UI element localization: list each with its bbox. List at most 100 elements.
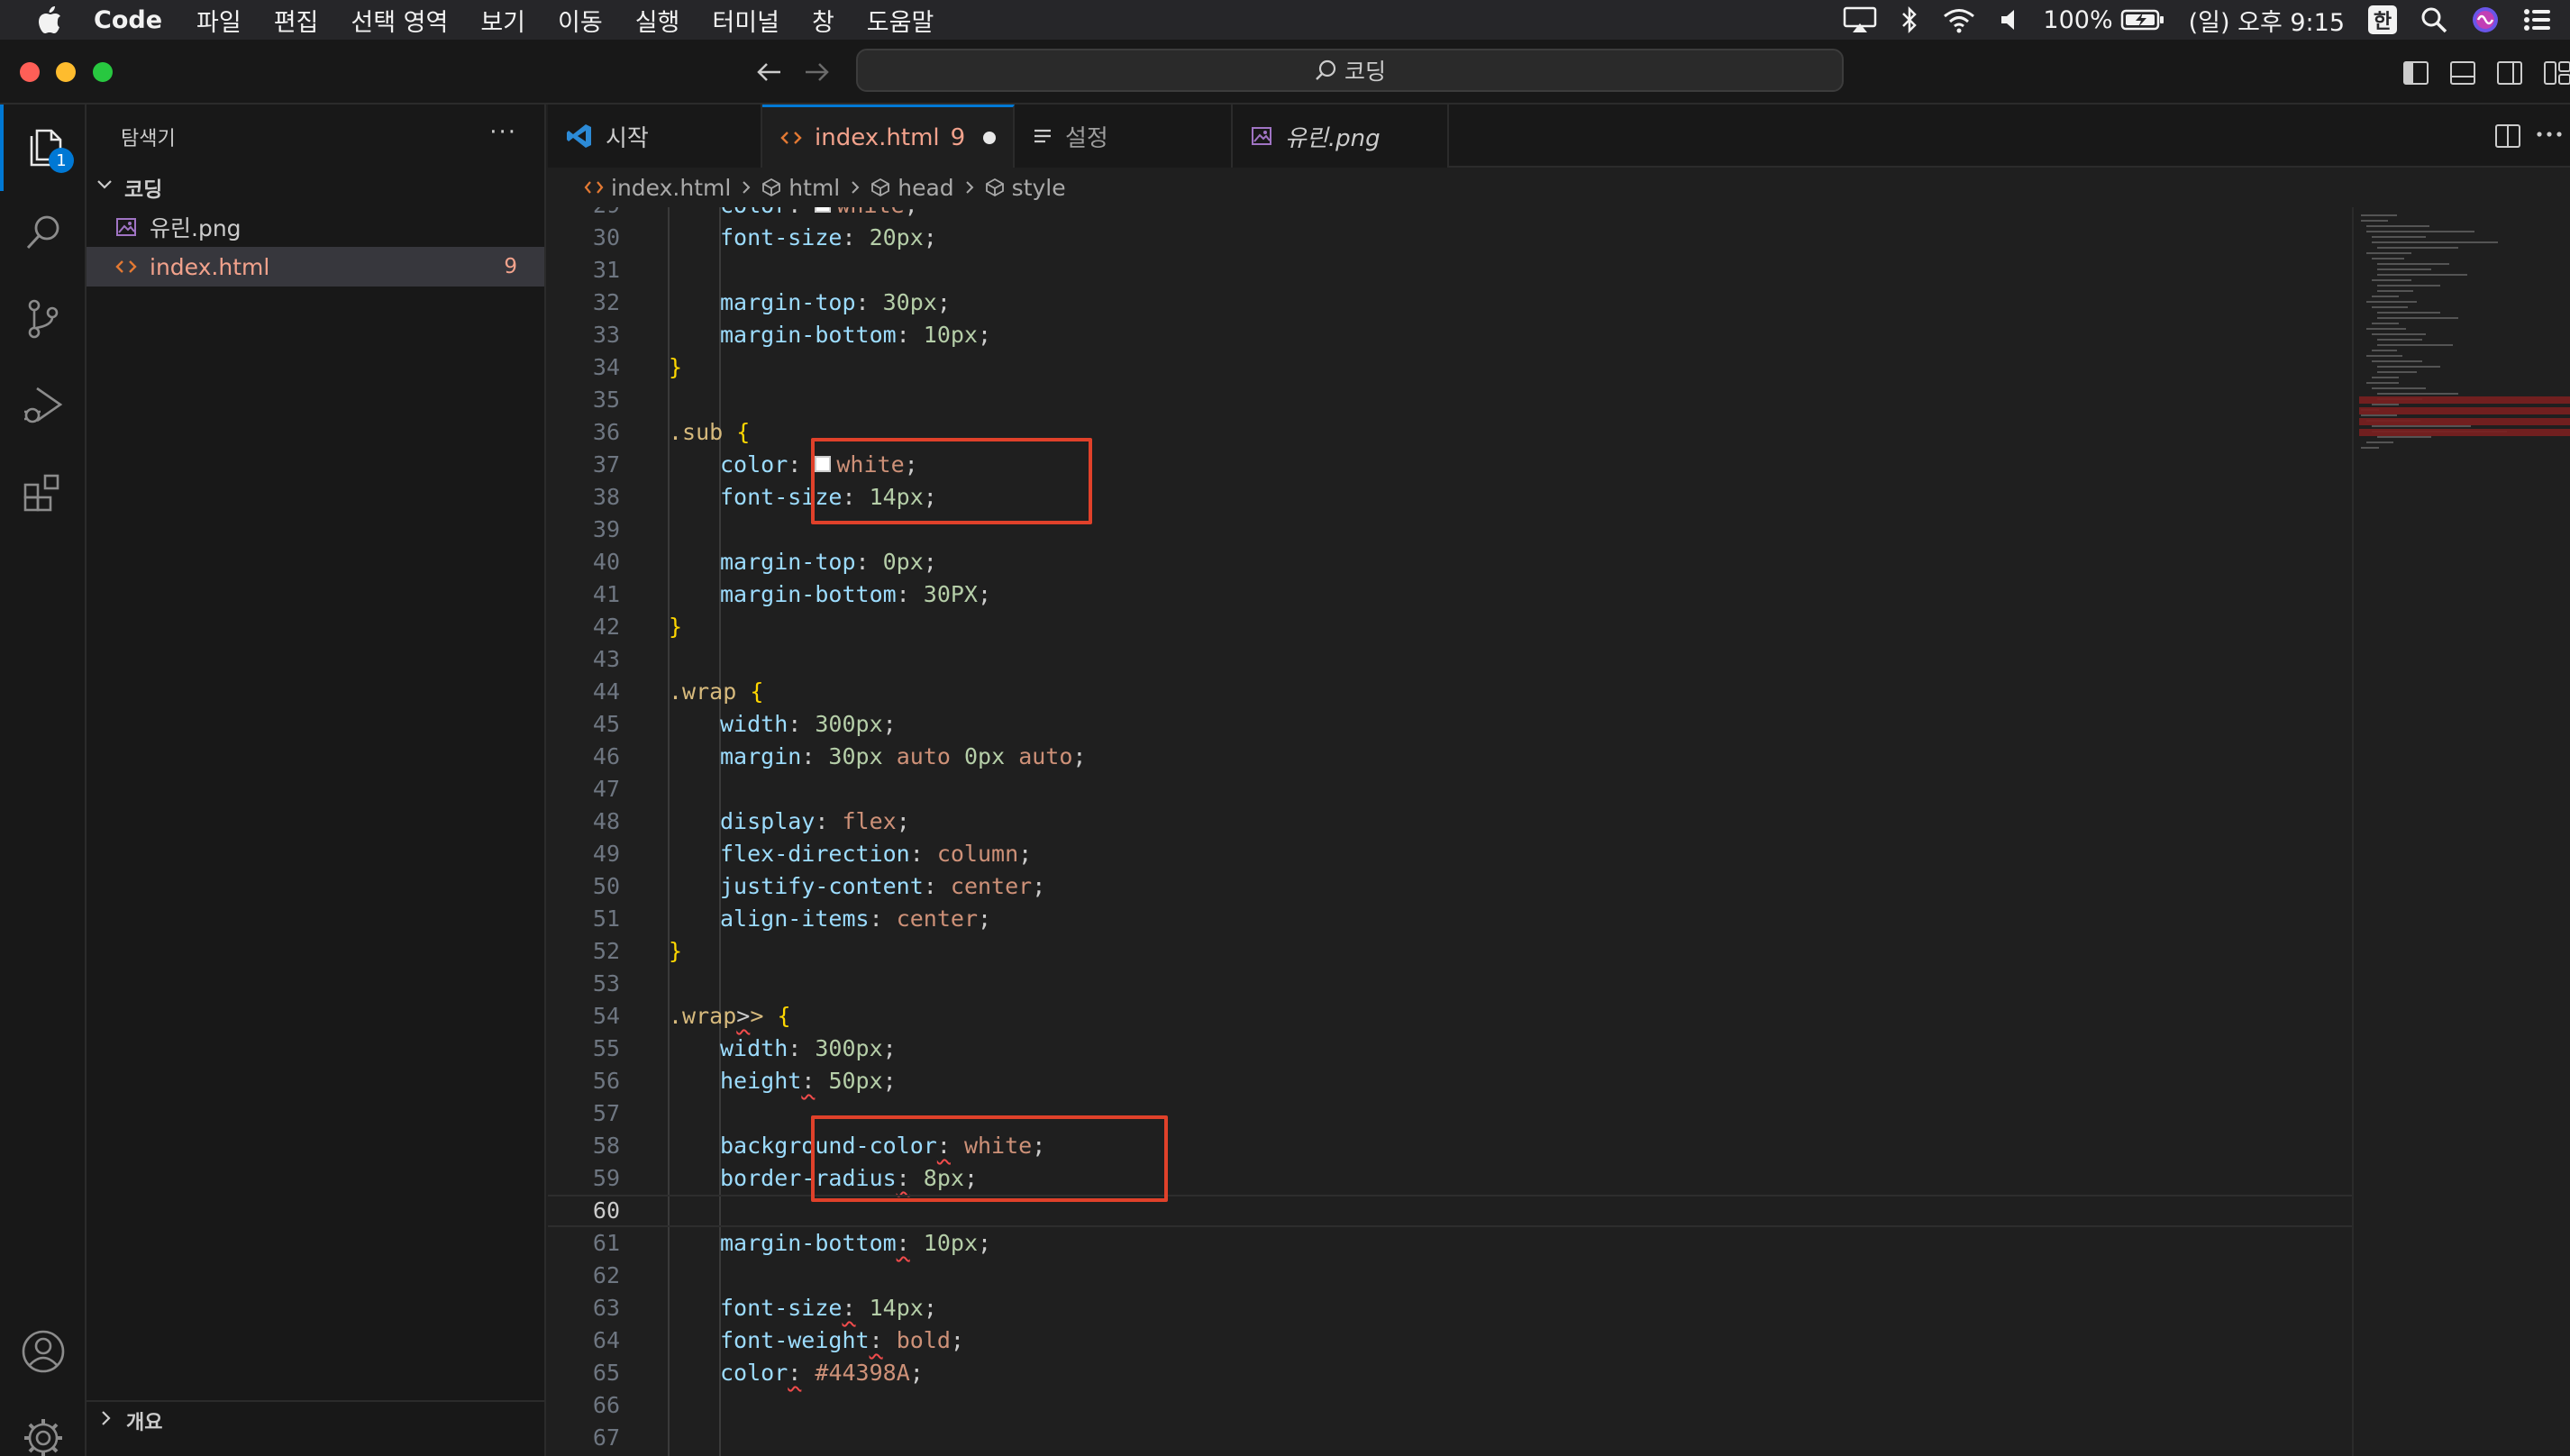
code-line[interactable]: 30 font-size: 20px;	[548, 222, 2352, 254]
forward-arrow-icon[interactable]	[800, 56, 833, 88]
code-line[interactable]: 61 margin-bottom: 10px;	[548, 1227, 2352, 1260]
code-line[interactable]: 40 margin-top: 0px;	[548, 546, 2352, 578]
menu-run[interactable]: 실행	[635, 3, 680, 38]
code-line[interactable]: 34}	[548, 351, 2352, 384]
split-editor-icon[interactable]	[2494, 123, 2521, 150]
wifi-icon[interactable]	[1942, 6, 1976, 33]
menu-file[interactable]: 파일	[196, 3, 242, 38]
folder-row[interactable]: 코딩	[87, 168, 544, 207]
code-line[interactable]: 31	[548, 254, 2352, 287]
code-line[interactable]: 63 font-size: 14px;	[548, 1292, 2352, 1324]
sidebar-more-actions[interactable]: ···	[489, 119, 517, 146]
breadcrumb-head[interactable]: head	[870, 175, 954, 201]
code-line[interactable]: 54 .wrap>> {	[548, 1000, 2352, 1033]
code-line[interactable]: 29 color: white;	[548, 207, 2352, 222]
code-line[interactable]: 58 background-color: white;	[548, 1130, 2352, 1162]
code-line[interactable]: 36 .sub {	[548, 416, 2352, 449]
menu-app-name[interactable]: Code	[94, 6, 162, 34]
siri-icon[interactable]	[2471, 5, 2500, 34]
outline-section-header[interactable]: 개요	[87, 1400, 544, 1440]
color-swatch[interactable]	[815, 456, 832, 472]
color-swatch[interactable]	[815, 207, 832, 213]
code-line[interactable]: 44 .wrap {	[548, 676, 2352, 708]
code-line[interactable]: 64 font-weight: bold;	[548, 1324, 2352, 1357]
code-line[interactable]: 66	[548, 1389, 2352, 1422]
code-editor[interactable]: 29 color: white; 30 font-size: 20px; 31 32 mar…	[548, 207, 2352, 1456]
apple-menu-icon[interactable]	[36, 5, 63, 35]
code-line[interactable]: 49 flex-direction: column;	[548, 838, 2352, 870]
minimap[interactable]	[2352, 207, 2570, 1456]
tab-settings[interactable]: 설정	[1015, 105, 1233, 168]
menu-go[interactable]: 이동	[558, 3, 603, 38]
breadcrumb-html[interactable]: html	[761, 175, 840, 201]
window-close-button[interactable]	[20, 62, 40, 82]
code-line[interactable]: 47	[548, 773, 2352, 805]
minimap-line	[2377, 312, 2440, 314]
menu-window[interactable]: 창	[812, 3, 834, 38]
code-line[interactable]: 60	[548, 1195, 2352, 1227]
tab-index-html[interactable]: index.html 9	[762, 105, 1015, 168]
toggle-primary-sidebar-icon[interactable]	[2402, 59, 2429, 86]
menu-help[interactable]: 도움말	[867, 3, 934, 38]
code-line[interactable]: 59 border-radius: 8px;	[548, 1162, 2352, 1195]
manage-activity[interactable]	[0, 1397, 87, 1456]
code-line[interactable]: 62	[548, 1260, 2352, 1292]
file-item-png[interactable]: 유린.png	[87, 207, 544, 247]
code-line[interactable]: 65 color: #44398A;	[548, 1357, 2352, 1389]
window-minimize-button[interactable]	[56, 62, 76, 82]
menu-terminal[interactable]: 터미널	[712, 3, 779, 38]
tab-welcome[interactable]: 시작	[548, 105, 762, 168]
accounts-activity[interactable]	[0, 1310, 87, 1397]
control-center-icon[interactable]	[2523, 7, 2552, 32]
explorer-activity[interactable]: 1	[0, 105, 87, 191]
file-item-html[interactable]: index.html 9	[87, 247, 544, 287]
toggle-secondary-sidebar-icon[interactable]	[2496, 59, 2523, 86]
code-line[interactable]: 56 height: 50px;	[548, 1065, 2352, 1097]
extensions-activity[interactable]	[0, 450, 87, 537]
bluetooth-icon[interactable]	[1900, 5, 1918, 34]
menu-clock[interactable]: (일) 오후 9:15	[2189, 3, 2345, 38]
menu-view[interactable]: 보기	[480, 3, 525, 38]
volume-icon[interactable]	[2000, 8, 2019, 32]
command-center-search[interactable]: 코딩	[856, 49, 1844, 92]
code-line[interactable]: 57	[548, 1097, 2352, 1130]
toggle-panel-icon[interactable]	[2449, 59, 2476, 86]
code-line[interactable]: 53	[548, 968, 2352, 1000]
code-line[interactable]: 43	[548, 643, 2352, 676]
code-line[interactable]: 32 margin-top: 30px;	[548, 287, 2352, 319]
input-method-icon[interactable]: 한	[2368, 5, 2397, 34]
code-line[interactable]: 35	[548, 384, 2352, 416]
code-line[interactable]: 45 width: 300px;	[548, 708, 2352, 741]
customize-layout-icon[interactable]	[2543, 59, 2570, 86]
back-arrow-icon[interactable]	[753, 56, 786, 88]
minimap-line	[2366, 301, 2417, 303]
tab-image-preview[interactable]: 유린.png	[1233, 105, 1449, 168]
window-zoom-button[interactable]	[93, 62, 113, 82]
run-debug-activity[interactable]	[0, 364, 87, 450]
code-line[interactable]: 67	[548, 1422, 2352, 1454]
breadcrumb-style[interactable]: style	[985, 175, 1066, 201]
breadcrumb-file[interactable]: index.html	[584, 175, 731, 201]
code-line[interactable]: 38 font-size: 14px;	[548, 481, 2352, 514]
code-line[interactable]: 50 justify-content: center;	[548, 870, 2352, 903]
source-control-activity[interactable]	[0, 278, 87, 364]
code-line[interactable]: 52}	[548, 935, 2352, 968]
menu-selection[interactable]: 선택 영역	[351, 3, 448, 38]
code-line[interactable]: 46 margin: 30px auto 0px auto;	[548, 741, 2352, 773]
airplay-icon[interactable]	[1843, 6, 1877, 33]
code-line[interactable]: 51 align-items: center;	[548, 903, 2352, 935]
code-line[interactable]: 55 width: 300px;	[548, 1033, 2352, 1065]
battery-charging-icon[interactable]	[2120, 8, 2165, 32]
code-line[interactable]: 48 display: flex;	[548, 805, 2352, 838]
code-line[interactable]: 42}	[548, 611, 2352, 643]
more-actions-icon[interactable]	[2536, 130, 2563, 139]
code-line[interactable]: 39	[548, 514, 2352, 546]
code-line[interactable]: 41 margin-bottom: 30PX;	[548, 578, 2352, 611]
menu-edit[interactable]: 편집	[274, 3, 319, 38]
search-activity[interactable]	[0, 191, 87, 278]
spotlight-search-icon[interactable]	[2420, 6, 2447, 33]
code-line[interactable]: 33 margin-bottom: 10px;	[548, 319, 2352, 351]
unsaved-dot-icon[interactable]	[983, 131, 997, 144]
code-line[interactable]: 37 color: white;	[548, 449, 2352, 481]
